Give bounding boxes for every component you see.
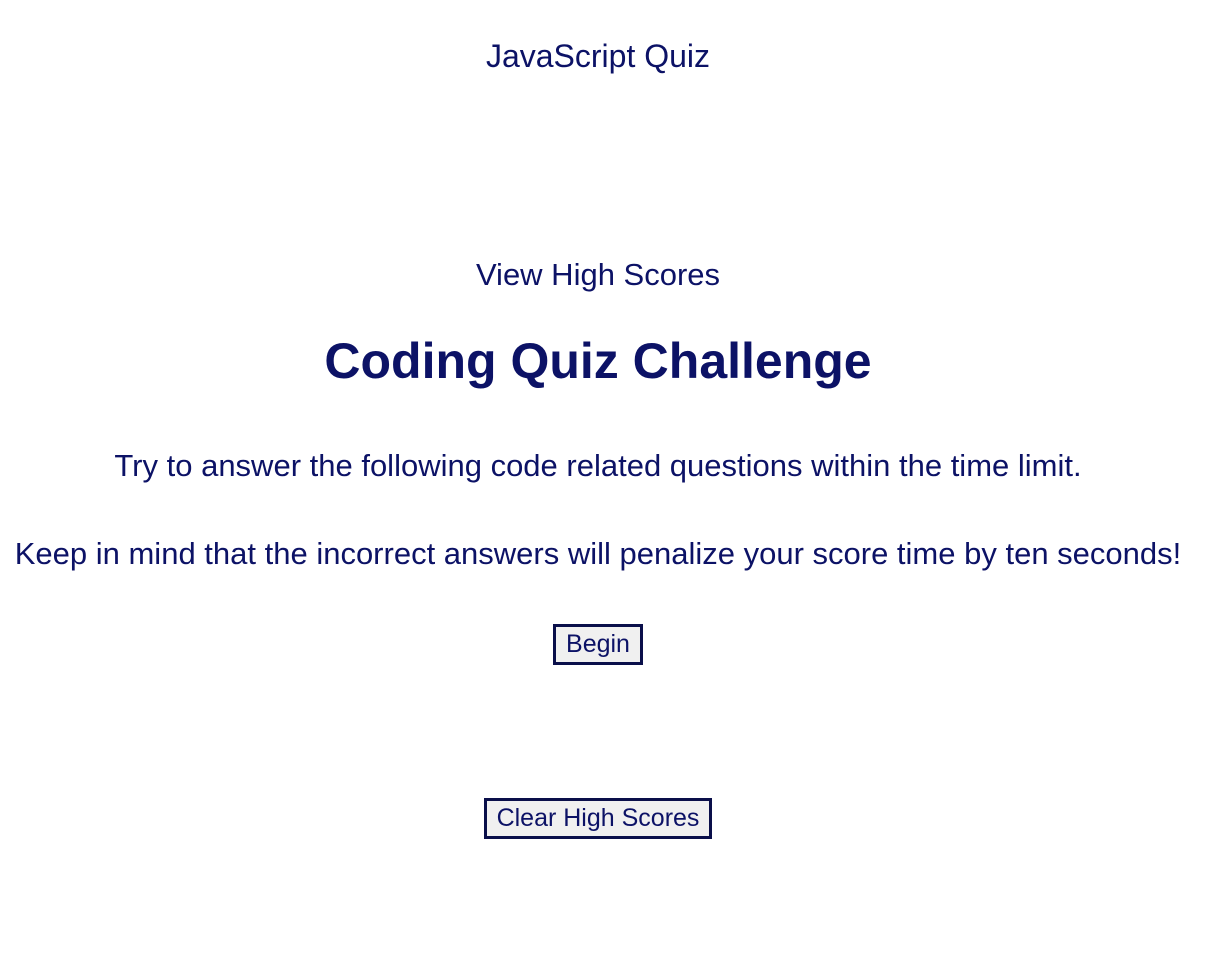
clear-scores-button-row: Clear High Scores <box>0 798 1196 839</box>
instructions-text: Try to answer the following code related… <box>114 448 1082 483</box>
begin-button-row: Begin <box>0 624 1196 665</box>
penalty-warning-text: Keep in mind that the incorrect answers … <box>14 536 1182 571</box>
clear-high-scores-button[interactable]: Clear High Scores <box>483 798 713 839</box>
app-title: JavaScript Quiz <box>485 38 711 74</box>
quiz-page: JavaScript Quiz View High Scores Coding … <box>0 0 1222 960</box>
begin-button[interactable]: Begin <box>553 624 643 665</box>
view-high-scores-link[interactable]: View High Scores <box>0 255 1196 295</box>
page-title: Coding Quiz Challenge <box>324 333 872 389</box>
